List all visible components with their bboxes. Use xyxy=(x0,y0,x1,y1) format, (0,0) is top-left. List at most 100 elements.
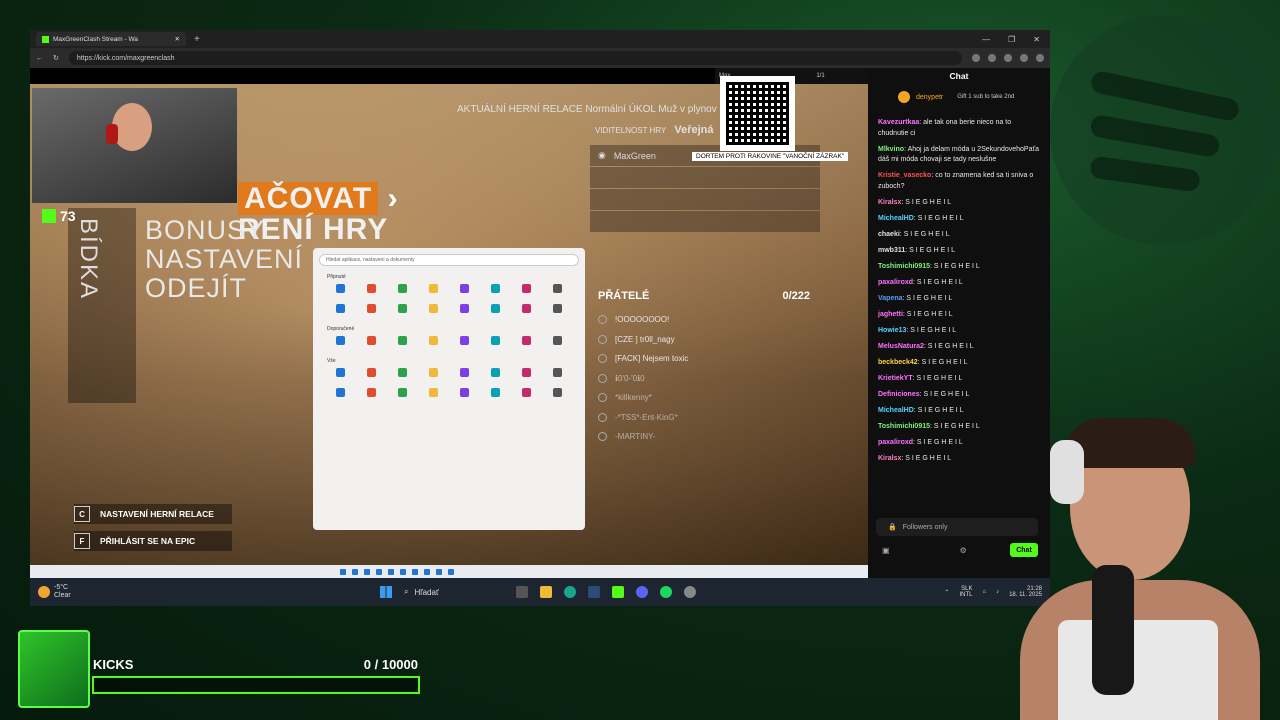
minimize-icon[interactable]: — xyxy=(982,35,990,44)
app-tile[interactable] xyxy=(482,388,509,402)
extension-icon[interactable] xyxy=(972,54,980,62)
app-tile[interactable] xyxy=(420,284,447,298)
friend-row[interactable]: [CZE ] tr0ll_nagy xyxy=(590,330,818,350)
chat-username[interactable]: Definiciones xyxy=(878,391,920,398)
app-tile[interactable] xyxy=(513,304,540,318)
app-tile[interactable] xyxy=(389,388,416,402)
chat-username[interactable]: Kiralsx xyxy=(878,199,901,206)
app-tile[interactable] xyxy=(482,368,509,382)
epic-login-button[interactable]: F PŘIHLÁSIT SE NA EPIC xyxy=(74,531,232,551)
discord-icon[interactable] xyxy=(636,586,648,598)
windows-start-icon[interactable] xyxy=(380,586,392,598)
settings-icon[interactable]: ⚙ xyxy=(960,546,967,555)
window-close-icon[interactable]: ✕ xyxy=(1033,35,1040,44)
app-tile[interactable] xyxy=(482,284,509,298)
app-tile[interactable] xyxy=(358,284,385,298)
app-tile[interactable] xyxy=(451,368,478,382)
app-tile[interactable] xyxy=(420,304,447,318)
task-view-icon[interactable] xyxy=(516,586,528,598)
extension-icon[interactable] xyxy=(988,54,996,62)
chat-username[interactable]: mwb311 xyxy=(878,247,905,254)
app-tile[interactable] xyxy=(358,304,385,318)
extension-icon[interactable] xyxy=(1004,54,1012,62)
network-icon[interactable]: ⌂ xyxy=(982,589,986,595)
file-explorer-icon[interactable] xyxy=(540,586,552,598)
app-tile[interactable] xyxy=(513,336,540,350)
chat-username[interactable]: Kristie_vasecko xyxy=(878,172,931,179)
menu-item-bonuses[interactable]: BONUSY xyxy=(145,216,303,245)
gift-icon[interactable]: ▣ xyxy=(882,546,890,555)
taskbar-search[interactable]: ⌕ Hľadať xyxy=(404,587,504,597)
new-tab-button[interactable]: + xyxy=(194,34,200,45)
app-tile[interactable] xyxy=(327,336,354,350)
menu-item-settings[interactable]: NASTAVENÍ xyxy=(145,245,303,274)
app-tile[interactable] xyxy=(358,336,385,350)
chat-username[interactable]: paxaliroxd xyxy=(878,439,913,446)
app-tile[interactable] xyxy=(327,368,354,382)
chat-username[interactable]: chaeki xyxy=(878,231,900,238)
start-search-input[interactable]: Hledat aplikace, nastavení a dokumenty xyxy=(319,254,579,266)
friend-row[interactable]: *killkenny* xyxy=(590,388,818,408)
app-tile[interactable] xyxy=(327,284,354,298)
stream-player[interactable]: Max 1/1 73 BÍDKA AČOVAT › RENÍ HRY BONUS… xyxy=(30,68,868,578)
chat-username[interactable]: MelusNatura2 xyxy=(878,343,924,350)
app-tile[interactable] xyxy=(327,388,354,402)
app-tile[interactable] xyxy=(420,368,447,382)
app-tile[interactable] xyxy=(420,336,447,350)
app-tile[interactable] xyxy=(389,284,416,298)
app-tile[interactable] xyxy=(451,304,478,318)
profile-icon[interactable] xyxy=(1020,54,1028,62)
friend-row[interactable]: -MARTINY- xyxy=(590,427,818,447)
edge-icon[interactable] xyxy=(564,586,576,598)
browser-tab[interactable]: MaxGreenClash Stream - Wa ✕ xyxy=(36,32,186,46)
app-tile[interactable] xyxy=(482,336,509,350)
app-tile[interactable] xyxy=(389,336,416,350)
gift-text[interactable]: Gift 1 sub to take 2nd xyxy=(957,94,1014,100)
app-tile[interactable] xyxy=(544,284,571,298)
volume-icon[interactable]: ♪ xyxy=(996,589,999,595)
refresh-icon[interactable]: ↻ xyxy=(53,54,59,62)
steam-icon[interactable] xyxy=(588,586,600,598)
app-tile[interactable] xyxy=(513,284,540,298)
app-tile[interactable] xyxy=(420,388,447,402)
chat-username[interactable]: beckbeck42 xyxy=(878,359,918,366)
spotify-icon[interactable] xyxy=(660,586,672,598)
app-tile[interactable] xyxy=(544,388,571,402)
chat-username[interactable]: Mlkvino xyxy=(878,146,904,153)
app-tile[interactable] xyxy=(358,368,385,382)
chat-username[interactable]: Kavezurtkaa xyxy=(878,119,919,126)
chat-username[interactable]: KrietiekYT xyxy=(878,375,913,382)
chat-username[interactable]: MichealHD xyxy=(878,215,914,222)
app-tile[interactable] xyxy=(451,336,478,350)
chevron-up-icon[interactable]: ⌃ xyxy=(944,589,949,596)
pinned-user[interactable]: denypetr xyxy=(916,94,943,101)
app-tile[interactable] xyxy=(544,304,571,318)
chat-username[interactable]: Toshimichi0915 xyxy=(878,423,930,430)
menu-play[interactable]: AČOVAT xyxy=(238,182,379,215)
chat-username[interactable]: paxaliroxd xyxy=(878,279,913,286)
app-tile[interactable] xyxy=(451,284,478,298)
url-field[interactable]: https://kick.com/maxgreenclash xyxy=(68,51,962,65)
obs-icon[interactable] xyxy=(684,586,696,598)
chat-username[interactable]: MichealHD xyxy=(878,407,914,414)
session-settings-button[interactable]: C NASTAVENÍ HERNÍ RELACE xyxy=(74,504,232,524)
friend-row[interactable]: ℹ︎0'0-'0ℹ︎0 xyxy=(590,369,818,389)
chat-username[interactable]: Howie13 xyxy=(878,327,906,334)
weather-widget[interactable]: -5°C Clear xyxy=(38,584,71,600)
app-tile[interactable] xyxy=(327,304,354,318)
menu-item-exit[interactable]: ODEJÍT xyxy=(145,274,303,303)
app-tile[interactable] xyxy=(358,388,385,402)
chat-username[interactable]: jaghetti xyxy=(878,311,903,318)
friend-row[interactable]: [FACK] Nejsem toxic xyxy=(590,349,818,369)
app-tile[interactable] xyxy=(389,368,416,382)
app-tile[interactable] xyxy=(544,336,571,350)
app-tile[interactable] xyxy=(482,304,509,318)
maximize-icon[interactable]: ❐ xyxy=(1008,35,1015,44)
menu-icon[interactable] xyxy=(1036,54,1044,62)
back-icon[interactable]: ← xyxy=(36,55,43,62)
app-tile[interactable] xyxy=(451,388,478,402)
kick-icon[interactable] xyxy=(612,586,624,598)
chat-username[interactable]: Toshimichi0915 xyxy=(878,263,930,270)
app-tile[interactable] xyxy=(389,304,416,318)
chat-username[interactable]: Vapena xyxy=(878,295,903,302)
